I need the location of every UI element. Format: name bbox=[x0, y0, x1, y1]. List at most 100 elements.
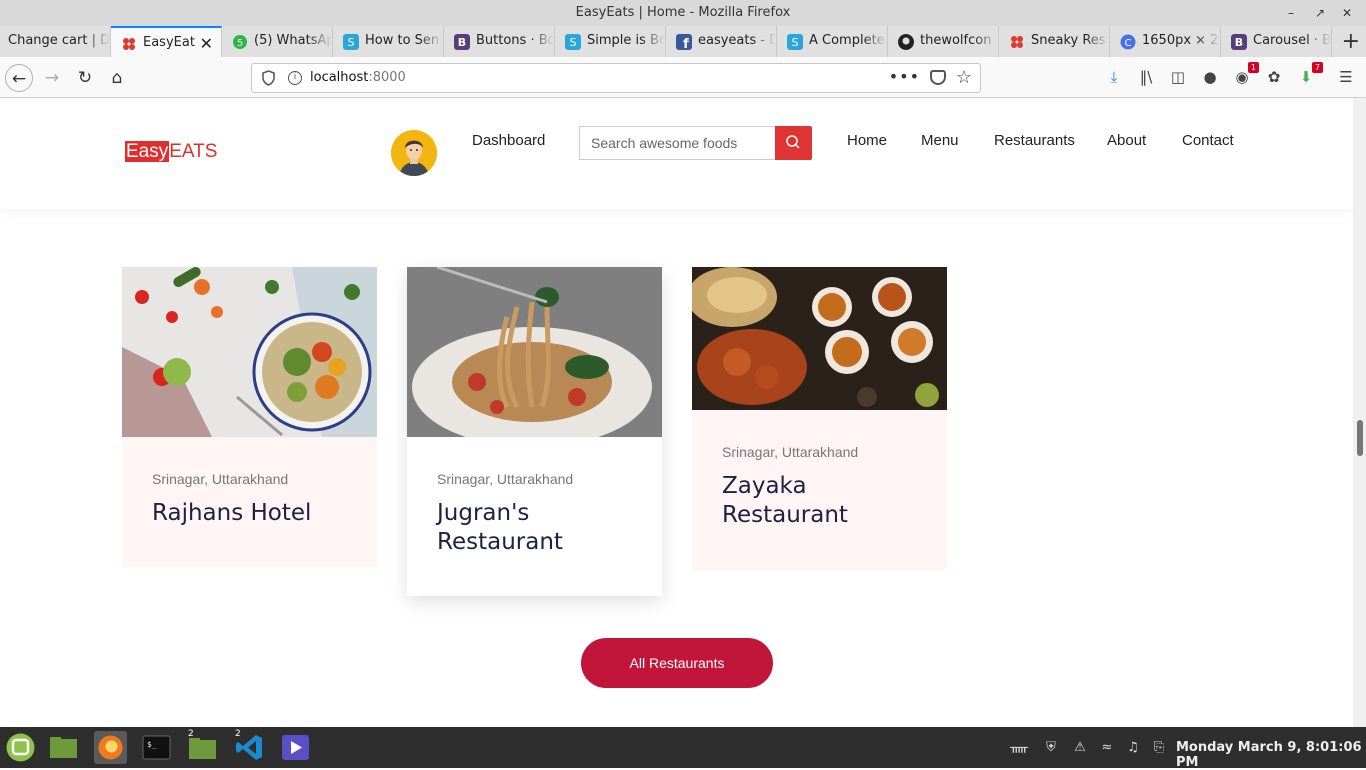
svg-text:B: B bbox=[1235, 36, 1243, 49]
page-scrollbar[interactable] bbox=[1353, 98, 1366, 727]
restaurant-image[interactable] bbox=[122, 267, 377, 437]
restaurant-card[interactable]: Srinagar, Uttarakhand Jugran's Restauran… bbox=[407, 267, 662, 596]
show-desktop-icon[interactable] bbox=[47, 731, 80, 764]
downloads-icon[interactable]: ⤓ bbox=[1104, 67, 1124, 87]
maximize-icon[interactable]: ↗ bbox=[1310, 3, 1330, 23]
svg-text:S: S bbox=[792, 36, 799, 49]
close-window-icon[interactable]: ✕ bbox=[1337, 3, 1357, 23]
warning-icon[interactable]: ⚠ bbox=[1071, 739, 1089, 757]
hamburger-menu-icon[interactable]: ☰ bbox=[1336, 67, 1356, 87]
nav-home[interactable]: Home bbox=[847, 132, 887, 149]
forward-arrow-icon[interactable]: → bbox=[38, 64, 66, 92]
user-avatar-icon bbox=[391, 130, 437, 176]
media-player-icon[interactable] bbox=[279, 731, 312, 764]
url-port: :8000 bbox=[368, 70, 406, 85]
vscode-icon[interactable]: 2 bbox=[233, 729, 266, 764]
nav-dashboard[interactable]: Dashboard bbox=[472, 132, 545, 149]
github-icon bbox=[898, 34, 914, 50]
tab-how-to-send[interactable]: S How to Sen bbox=[333, 26, 444, 57]
nav-restaurants[interactable]: Restaurants bbox=[994, 132, 1075, 149]
site-info-icon[interactable]: i bbox=[288, 71, 302, 85]
restaurant-name[interactable]: Rajhans Hotel bbox=[152, 499, 362, 528]
tab-carousel-bootstrap[interactable]: B Carousel · B bbox=[1221, 26, 1332, 57]
all-restaurants-button[interactable]: All Restaurants bbox=[581, 638, 773, 688]
back-arrow-icon[interactable]: ← bbox=[5, 64, 33, 92]
bootstrap-icon: B bbox=[1231, 34, 1247, 50]
bluetooth-icon[interactable]: ᚅ bbox=[1010, 739, 1028, 757]
bookmark-star-icon[interactable]: ☆ bbox=[956, 67, 972, 88]
indian-food-image bbox=[692, 267, 947, 410]
svg-text:$_: $_ bbox=[147, 740, 157, 749]
tab-change-cart[interactable]: Change cart | D bbox=[0, 26, 111, 57]
svg-text:B: B bbox=[458, 36, 466, 49]
extension-icon[interactable]: ✿ bbox=[1264, 67, 1284, 87]
mint-menu-icon[interactable] bbox=[4, 731, 37, 764]
minimize-icon[interactable]: – bbox=[1281, 3, 1301, 23]
restaurant-image[interactable] bbox=[407, 267, 662, 437]
tab-easyeats[interactable]: EasyEats ✕ bbox=[111, 26, 222, 57]
reload-icon[interactable]: ↻ bbox=[71, 64, 99, 92]
card-body: Srinagar, Uttarakhand Rajhans Hotel bbox=[122, 437, 377, 567]
restaurant-card[interactable]: Srinagar, Uttarakhand Rajhans Hotel bbox=[122, 267, 377, 567]
site-header: EasyEATS Dashboard Home Menu Restaurants… bbox=[0, 98, 1353, 209]
restaurant-image[interactable] bbox=[692, 267, 947, 410]
stackoverflow-icon: S bbox=[343, 34, 359, 50]
tab-strip: Change cart | D EasyEats ✕ 5 (5) WhatsAp… bbox=[0, 26, 1366, 57]
security-shield-icon[interactable]: ⛨ bbox=[1042, 739, 1060, 757]
card-body: Srinagar, Uttarakhand Zayaka Restaurant bbox=[692, 410, 947, 570]
restaurant-card[interactable]: Srinagar, Uttarakhand Zayaka Restaurant bbox=[692, 267, 947, 570]
taskbar-clock[interactable]: Monday March 9, 8:01:06 PM bbox=[1176, 740, 1366, 770]
taskbar: $_ 2 2 ᚅ ⛨ ⚠ ≈ ♫ ⎘ Monday March 9, 8:01:… bbox=[0, 727, 1366, 770]
tab-simple-is-bo[interactable]: S Simple is Bo bbox=[555, 26, 666, 57]
restaurant-name[interactable]: Jugran's Restaurant bbox=[437, 499, 647, 557]
tab-whatsapp[interactable]: 5 (5) WhatsAp bbox=[222, 26, 333, 57]
window-count: 2 bbox=[235, 729, 241, 739]
nav-about[interactable]: About bbox=[1107, 132, 1146, 149]
restaurant-location: Srinagar, Uttarakhand bbox=[437, 471, 574, 487]
tab-sneaky-res[interactable]: Sneaky Res bbox=[999, 26, 1110, 57]
image-icon: C bbox=[1120, 34, 1136, 50]
library-icon[interactable]: ‖\ bbox=[1136, 67, 1156, 87]
home-icon[interactable]: ⌂ bbox=[103, 64, 131, 92]
pocket-icon[interactable] bbox=[930, 70, 946, 85]
search-input[interactable] bbox=[579, 126, 776, 160]
easyeats-icon bbox=[1011, 36, 1023, 48]
site-logo[interactable]: EasyEATS bbox=[125, 141, 217, 163]
terminal-icon[interactable]: $_ bbox=[140, 731, 173, 764]
restaurant-name[interactable]: Zayaka Restaurant bbox=[722, 472, 932, 530]
account-icon[interactable]: ● bbox=[1200, 67, 1220, 87]
tab-easyeats-facebook[interactable]: f easyeats - D bbox=[666, 26, 777, 57]
address-bar[interactable]: i localhost:8000 ••• ☆ bbox=[251, 63, 981, 93]
notification-badge: 1 bbox=[1247, 62, 1259, 73]
sidebar-icon[interactable]: ◫ bbox=[1168, 67, 1188, 87]
tab-a-complete[interactable]: S A Complete bbox=[777, 26, 888, 57]
tab-image[interactable]: C 1650px × 20 bbox=[1110, 26, 1221, 57]
svg-text:5: 5 bbox=[237, 38, 243, 49]
logo-eats: EATS bbox=[169, 141, 218, 162]
tab-github[interactable]: thewolfcon bbox=[888, 26, 999, 57]
logo-easy: Easy bbox=[125, 141, 170, 162]
scrollbar-thumb[interactable] bbox=[1357, 420, 1363, 456]
window-title: EasyEats | Home - Mozilla Firefox bbox=[575, 5, 791, 20]
file-manager-icon[interactable]: 2 bbox=[186, 729, 219, 764]
music-icon[interactable]: ♫ bbox=[1124, 739, 1142, 757]
stackoverflow-icon: S bbox=[787, 34, 803, 50]
search-button[interactable] bbox=[775, 126, 812, 160]
tab-buttons-bootstrap[interactable]: B Buttons · Bo bbox=[444, 26, 555, 57]
page-actions-icon[interactable]: ••• bbox=[889, 67, 920, 86]
new-tab-icon[interactable]: + bbox=[1342, 29, 1360, 54]
download-helper-icon[interactable]: ⬇ 7 bbox=[1296, 62, 1323, 87]
tracking-shield-icon[interactable] bbox=[262, 70, 275, 86]
avatar[interactable] bbox=[391, 130, 437, 176]
url-text[interactable]: localhost:8000 bbox=[310, 70, 406, 85]
nav-contact[interactable]: Contact bbox=[1182, 132, 1234, 149]
clipboard-icon[interactable]: ⎘ bbox=[1150, 739, 1168, 757]
firefox-task-icon[interactable] bbox=[94, 731, 127, 764]
easyeats-icon bbox=[123, 38, 135, 50]
svg-text:C: C bbox=[1125, 38, 1132, 49]
food-bowl-image bbox=[122, 267, 377, 437]
close-tab-icon[interactable]: ✕ bbox=[200, 34, 213, 53]
extension-notify-icon[interactable]: ◉ 1 bbox=[1232, 62, 1259, 87]
wifi-icon[interactable]: ≈ bbox=[1098, 739, 1116, 757]
nav-menu[interactable]: Menu bbox=[921, 132, 959, 149]
